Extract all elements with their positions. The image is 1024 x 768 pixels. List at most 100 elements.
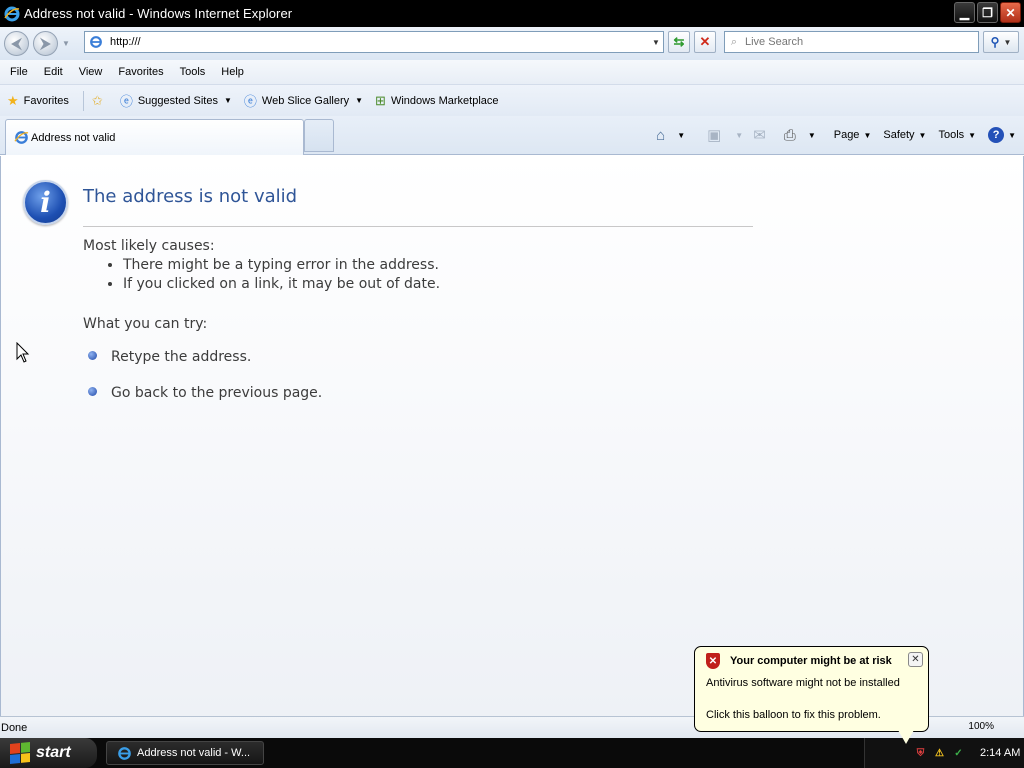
tab-row: Address not valid ⌂ ▼ ▣ ▼ ✉ ⎙ ▼ Page ▼ Sa… xyxy=(0,116,1024,155)
windows-marketplace-label: Windows Marketplace xyxy=(390,94,499,107)
go-back-text[interactable]: Go back to the previous page. xyxy=(111,385,322,401)
address-input[interactable] xyxy=(108,35,649,49)
clock: 2:14 AM xyxy=(980,747,1021,759)
retype-address-text: Retype the address. xyxy=(111,349,252,365)
new-tab-button[interactable] xyxy=(304,119,334,152)
list-item: There might be a typing error in the add… xyxy=(123,256,440,275)
refresh-icon: ⇆ xyxy=(673,34,685,49)
causes-heading: Most likely causes: xyxy=(83,238,215,254)
close-button[interactable]: ✕ xyxy=(1000,2,1021,23)
chevron-down-icon: ▼ xyxy=(918,130,927,140)
restore-button[interactable]: ❐ xyxy=(977,2,998,23)
star-icon: ★ xyxy=(7,92,19,108)
ie-icon xyxy=(4,6,20,21)
back-arrow-icon: ⮜ xyxy=(11,35,22,51)
page-icon xyxy=(90,36,102,48)
network-icon[interactable]: ✓ xyxy=(951,746,966,761)
search-input[interactable] xyxy=(743,35,978,49)
add-favorite-icon: ✩ xyxy=(91,92,103,108)
causes-list: There might be a typing error in the add… xyxy=(105,256,440,294)
chevron-down-icon: ▼ xyxy=(863,130,872,140)
web-slice-gallery-link[interactable]: ⓔ Web Slice Gallery ▼ xyxy=(244,91,363,110)
command-bar: ⌂ ▼ ▣ ▼ ✉ ⎙ ▼ Page ▼ Safety ▼ Tools ▼ ? ▼ xyxy=(644,124,1016,146)
read-mail-icon[interactable]: ✉ xyxy=(753,126,766,144)
magnifier-icon: ⚲ xyxy=(990,35,1000,49)
shield-icon: ✕ xyxy=(706,653,720,669)
print-icon[interactable]: ⎙ xyxy=(784,127,796,144)
recent-pages-dropdown[interactable]: ▼ xyxy=(62,39,70,48)
ie-page-icon: ⓔ xyxy=(119,94,133,109)
home-dropdown-icon[interactable]: ▼ xyxy=(673,131,685,140)
balloon-close-button[interactable]: ✕ xyxy=(908,652,923,667)
zoom-level[interactable]: 100% xyxy=(968,721,994,732)
search-icon: ⌕ xyxy=(730,35,738,48)
windows-marketplace-link[interactable]: ⊞ Windows Marketplace xyxy=(375,93,499,109)
menu-tools[interactable]: Tools xyxy=(172,66,214,78)
menu-bar: File Edit View Favorites Tools Help xyxy=(0,60,1024,85)
refresh-button[interactable]: ⇆ xyxy=(668,31,690,53)
forward-button[interactable]: ⮞ xyxy=(33,31,58,56)
search-options-icon[interactable]: ▼ xyxy=(1003,38,1011,47)
security-balloon[interactable]: ✕ Your computer might be at risk ✕ Antiv… xyxy=(694,646,929,732)
taskbar-ie-window[interactable]: Address not valid - W... xyxy=(106,741,264,765)
chevron-down-icon[interactable]: ▼ xyxy=(355,96,363,105)
help-menu[interactable]: ? ▼ xyxy=(988,127,1016,143)
page-content: i The address is not valid Most likely c… xyxy=(0,156,1024,716)
stop-icon: ✕ xyxy=(699,34,711,49)
add-to-favorites-button[interactable]: ✩ xyxy=(92,93,108,109)
security-shield-icon[interactable]: ⛨ xyxy=(913,746,928,761)
error-title: The address is not valid xyxy=(83,186,298,207)
favorites-bar: ★ Favorites ✩ ⓔ Suggested Sites ▼ ⓔ Web … xyxy=(0,85,1024,116)
try-heading: What you can try: xyxy=(83,316,208,332)
start-button[interactable]: start xyxy=(0,738,97,768)
menu-favorites[interactable]: Favorites xyxy=(110,66,171,78)
help-icon: ? xyxy=(988,127,1005,143)
go-back-item[interactable]: Go back to the previous page. xyxy=(88,385,322,401)
ie-icon xyxy=(118,746,131,760)
mouse-cursor-icon xyxy=(16,342,30,363)
warning-icon[interactable]: ⚠ xyxy=(932,746,947,761)
status-text: Done xyxy=(1,721,28,734)
print-dropdown-icon[interactable]: ▼ xyxy=(804,131,816,140)
minimize-button[interactable]: ▁ xyxy=(954,2,975,23)
address-row: ⮜ ⮞ ▼ ▼ ⇆ ✕ ⌕ ⚲ ▼ xyxy=(0,27,1024,60)
menu-view[interactable]: View xyxy=(71,66,111,78)
favorites-separator xyxy=(82,90,84,111)
feeds-dropdown-icon[interactable]: ▼ xyxy=(731,131,743,140)
chevron-down-icon: ▼ xyxy=(1008,130,1016,140)
feeds-icon[interactable]: ▣ xyxy=(707,126,721,144)
search-box[interactable]: ⌕ xyxy=(724,31,979,53)
menu-file[interactable]: File xyxy=(0,66,36,78)
safety-menu[interactable]: Safety ▼ xyxy=(883,129,926,141)
page-menu[interactable]: Page ▼ xyxy=(834,129,872,141)
bullet-icon xyxy=(88,350,97,360)
balloon-action-text[interactable]: Click this balloon to fix this problem. xyxy=(706,709,881,721)
title-bar[interactable]: Address not valid - Windows Internet Exp… xyxy=(0,0,1024,27)
tools-menu[interactable]: Tools ▼ xyxy=(938,129,976,141)
address-bar[interactable]: ▼ xyxy=(84,31,664,53)
title-divider xyxy=(83,226,753,227)
page-menu-label: Page xyxy=(833,129,860,141)
home-icon[interactable]: ⌂ xyxy=(656,127,665,144)
chevron-down-icon: ▼ xyxy=(968,130,977,140)
tab-label: Address not valid xyxy=(31,131,116,144)
suggested-sites-link[interactable]: ⓔ Suggested Sites ▼ xyxy=(120,91,232,110)
stop-button[interactable]: ✕ xyxy=(694,31,716,53)
chevron-down-icon[interactable]: ▼ xyxy=(224,96,232,105)
menu-edit[interactable]: Edit xyxy=(36,66,71,78)
ie-icon xyxy=(14,131,29,144)
balloon-message: Antivirus software might not be installe… xyxy=(706,677,900,689)
system-tray: ⛨ ⚠ ✓ 2:14 AM xyxy=(864,738,1024,768)
retype-address-item: Retype the address. xyxy=(88,349,251,365)
search-button[interactable]: ⚲ ▼ xyxy=(983,31,1019,53)
suggested-sites-label: Suggested Sites xyxy=(137,94,218,107)
address-dropdown-icon[interactable]: ▼ xyxy=(649,38,663,47)
menu-help[interactable]: Help xyxy=(213,66,252,78)
list-item: If you clicked on a link, it may be out … xyxy=(123,275,440,294)
taskbar-item-label: Address not valid - W... xyxy=(137,747,251,759)
favorites-button[interactable]: ★ Favorites xyxy=(7,93,69,109)
windows-flag-icon xyxy=(10,741,30,765)
tab-address-not-valid[interactable]: Address not valid xyxy=(5,119,304,155)
taskbar: start Address not valid - W... ? ⛨ ⚠ ✓ 2… xyxy=(0,738,1024,768)
back-button[interactable]: ⮜ xyxy=(4,31,29,56)
